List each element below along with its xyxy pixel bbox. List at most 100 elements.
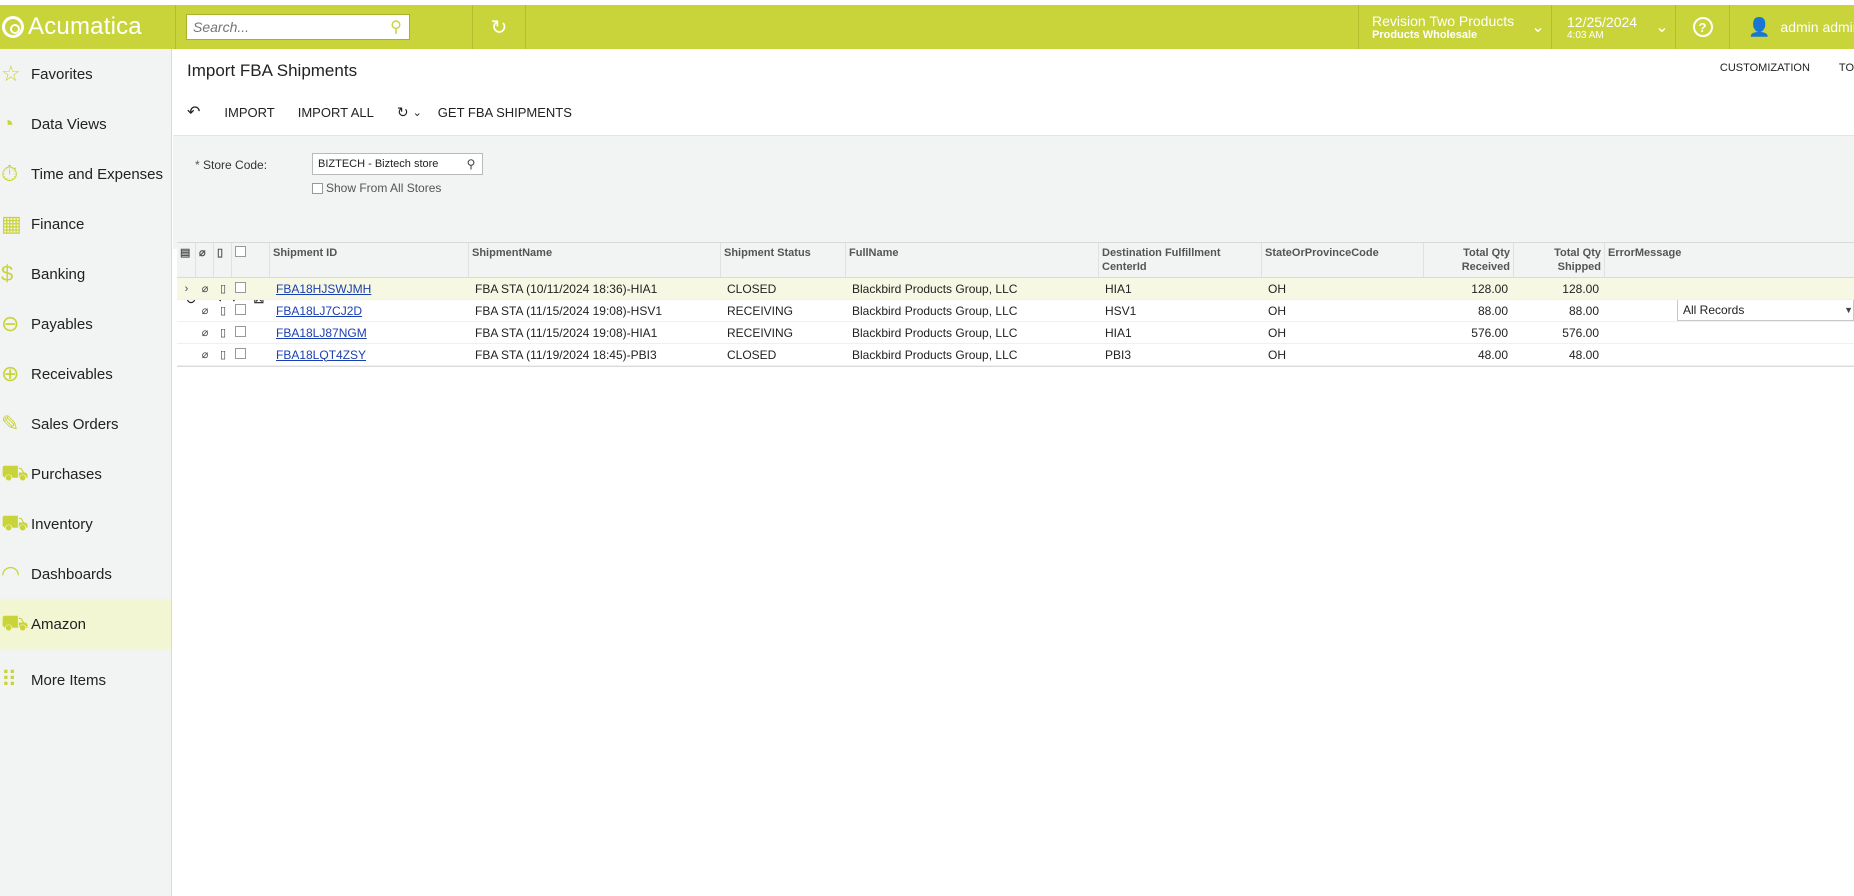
attachment-icon[interactable]: ⌀ xyxy=(196,282,214,295)
sidebar-item-label: Sales Orders xyxy=(31,415,119,433)
show-all-stores-checkbox[interactable] xyxy=(312,182,323,194)
attachments-column-icon: ⌀ xyxy=(196,243,214,277)
total-shipped: 48.00 xyxy=(1568,347,1599,362)
sidebar-item-sales-orders[interactable]: ✎ Sales Orders xyxy=(0,399,171,449)
sidebar-item-purchases[interactable]: ⛟ Purchases xyxy=(0,449,171,499)
sidebar-item-payables[interactable]: ⊖ Payables xyxy=(0,299,171,349)
sidebar-item-time-and-expenses[interactable]: ⏱ Time and Expenses xyxy=(0,149,171,199)
row-checkbox[interactable] xyxy=(235,347,246,359)
shipment-id-link[interactable]: FBA18LJ7CJ2D xyxy=(270,304,469,318)
store-code-input[interactable] xyxy=(313,158,461,170)
shipment-id-link[interactable]: FBA18HJSWJMH xyxy=(270,282,469,296)
total-shipped: 576.00 xyxy=(1562,325,1599,340)
customization-link[interactable]: CUSTOMIZATION xyxy=(1720,62,1810,74)
shipment-name: FBA STA (10/11/2024 18:36)-HIA1 xyxy=(475,281,658,296)
note-icon[interactable]: ▯ xyxy=(214,304,232,317)
state-code: OH xyxy=(1268,281,1286,296)
col-shipment-id[interactable]: Shipment ID xyxy=(270,243,469,277)
sidebar-item-finance[interactable]: ▦ Finance xyxy=(0,199,171,249)
col-total-shipped[interactable]: Total Qty Shipped xyxy=(1514,243,1605,277)
grid-dots-icon: ⠿ xyxy=(1,667,18,692)
sidebar-item-favorites[interactable]: ☆ Favorites xyxy=(0,49,171,99)
pie-chart-icon: ◔ xyxy=(1,111,15,136)
row-checkbox[interactable] xyxy=(235,325,246,337)
total-received: 128.00 xyxy=(1471,281,1508,296)
recent-history-icon[interactable]: ↻ xyxy=(473,5,526,49)
get-fba-shipments-button[interactable]: GET FBA SHIPMENTS xyxy=(438,105,572,120)
full-name: Blackbird Products Group, LLC xyxy=(852,325,1018,340)
tools-link[interactable]: TO xyxy=(1839,62,1854,74)
column-settings-icon[interactable]: ▤ xyxy=(177,243,196,277)
sidebar-item-banking[interactable]: $ Banking xyxy=(0,249,171,299)
help-button[interactable]: ? xyxy=(1675,5,1729,49)
attachment-icon[interactable]: ⌀ xyxy=(196,326,214,339)
sidebar-item-label: Payables xyxy=(31,315,93,333)
sidebar-item-data-views[interactable]: ◔ Data Views xyxy=(0,99,171,149)
table-row[interactable]: ⌀ ▯ FBA18LJ87NGM FBA STA (11/15/2024 19:08)… xyxy=(177,322,1854,344)
import-all-button[interactable]: IMPORT ALL xyxy=(298,105,374,120)
undo-icon[interactable]: ↶ xyxy=(187,102,200,122)
table-row[interactable]: ⌀ ▯ FBA18LQT4ZSY FBA STA (11/19/2024 18:45)… xyxy=(177,344,1854,366)
sidebar-item-dashboards[interactable]: ◠ Dashboards xyxy=(0,549,171,599)
col-full-name[interactable]: FullName xyxy=(846,243,1099,277)
sidebar-item-label: Finance xyxy=(31,215,85,233)
row-checkbox[interactable] xyxy=(235,281,246,293)
table-row[interactable]: › ⌀ ▯ FBA18HJSWJMH FBA STA (10/11/2024 18:36… xyxy=(177,278,1854,300)
minus-circle-icon: ⊖ xyxy=(1,311,20,336)
acumatica-logo[interactable]: Acumatica xyxy=(0,5,176,49)
select-all-checkbox[interactable] xyxy=(235,246,246,257)
import-button[interactable]: IMPORT xyxy=(224,105,274,120)
dollar-icon: $ xyxy=(1,261,14,286)
col-error-message[interactable]: ErrorMessage xyxy=(1605,243,1833,277)
help-icon: ? xyxy=(1692,17,1713,37)
col-destination-center[interactable]: Destination Fulfillment CenterId xyxy=(1099,243,1262,277)
note-icon[interactable]: ▯ xyxy=(214,348,232,361)
row-checkbox-cell xyxy=(232,303,270,318)
search-area: ⚲ xyxy=(176,5,473,49)
note-icon[interactable]: ▯ xyxy=(214,326,232,339)
star-icon: ☆ xyxy=(1,61,21,86)
row-checkbox[interactable] xyxy=(235,303,246,315)
cart-icon: ⛟ xyxy=(1,459,29,485)
row-expander-icon[interactable]: › xyxy=(177,283,196,295)
col-shipment-name[interactable]: ShipmentName xyxy=(469,243,721,277)
store-code-label: Store Code: xyxy=(203,158,268,172)
sidebar-item-receivables[interactable]: ⊕ Receivables xyxy=(0,349,171,399)
filter-form: * Store Code: ⚲ Show From All Stores ↻ ⟷… xyxy=(173,135,1854,321)
user-menu[interactable]: 👤 admin admin xyxy=(1729,5,1854,49)
total-received: 48.00 xyxy=(1477,347,1508,362)
shipment-id-link[interactable]: FBA18LQT4ZSY xyxy=(270,348,469,362)
calculator-icon: ▦ xyxy=(1,211,22,236)
sidebar-item-label: Purchases xyxy=(31,465,102,483)
attachment-icon[interactable]: ⌀ xyxy=(196,304,214,317)
shipment-status: RECEIVING xyxy=(727,325,794,340)
search-input[interactable] xyxy=(187,15,385,39)
search-icon[interactable]: ⚲ xyxy=(461,157,481,171)
store-code-field[interactable]: ⚲ xyxy=(312,153,483,175)
history-icon[interactable]: ↻ xyxy=(397,104,409,121)
business-date: 12/25/2024 xyxy=(1567,13,1638,30)
business-date-selector[interactable]: 12/25/2024 4:03 AM ⌄ xyxy=(1551,5,1675,49)
table-row[interactable]: ⌀ ▯ FBA18LJ7CJ2D FBA STA (11/15/2024 19:08)… xyxy=(177,300,1854,322)
sidebar-item-inventory[interactable]: ⛟ Inventory xyxy=(0,499,171,549)
company-selector[interactable]: Revision Two Products Products Wholesale… xyxy=(1358,5,1551,49)
col-shipment-status[interactable]: Shipment Status xyxy=(721,243,846,277)
attachment-icon[interactable]: ⌀ xyxy=(196,348,214,361)
state-code: OH xyxy=(1268,325,1286,340)
col-state[interactable]: StateOrProvinceCode xyxy=(1262,243,1424,277)
search-icon[interactable]: ⚲ xyxy=(385,17,407,37)
shipment-id-link[interactable]: FBA18LJ87NGM xyxy=(270,326,469,340)
gauge-icon: ◠ xyxy=(1,561,21,586)
search-box: ⚲ xyxy=(186,14,410,40)
sidebar-item-amazon[interactable]: ⛟ Amazon xyxy=(0,599,171,649)
col-total-received[interactable]: Total Qty Received xyxy=(1424,243,1514,277)
full-name: Blackbird Products Group, LLC xyxy=(852,303,1018,318)
sidebar-item-more-items[interactable]: ⠿ More Items xyxy=(0,655,171,705)
row-checkbox-cell xyxy=(232,281,270,296)
shipment-name: FBA STA (11/19/2024 18:45)-PBI3 xyxy=(475,347,657,362)
chevron-down-icon[interactable]: ⌄ xyxy=(413,106,422,119)
note-icon[interactable]: ▯ xyxy=(214,282,232,295)
sidebar-item-label: Banking xyxy=(31,265,86,283)
shipment-status: RECEIVING xyxy=(727,303,794,318)
total-received: 576.00 xyxy=(1471,325,1508,340)
